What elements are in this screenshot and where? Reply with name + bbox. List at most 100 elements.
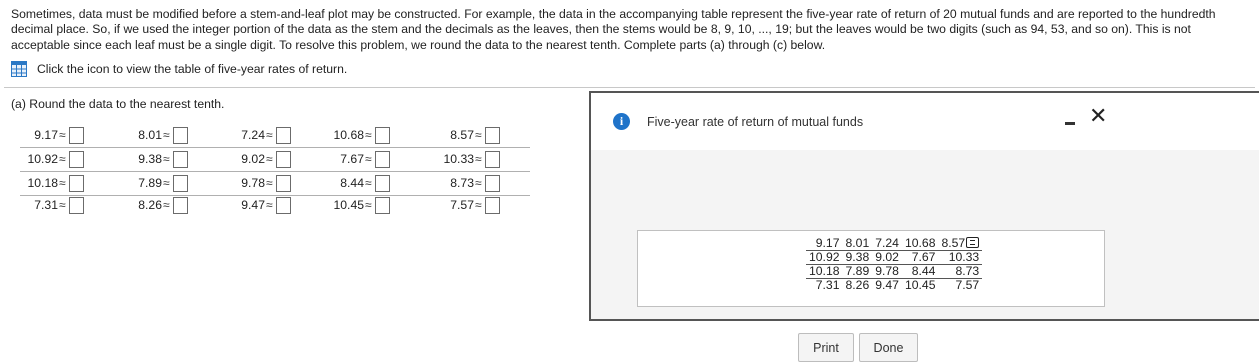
rounded-answer-input[interactable] xyxy=(275,196,291,214)
minimize-button[interactable] xyxy=(1065,122,1075,125)
rounded-answer-input[interactable] xyxy=(484,150,500,168)
approx-symbol: ≈ xyxy=(365,176,372,190)
rounded-answer-input[interactable] xyxy=(68,126,84,144)
view-table-link[interactable]: Click the icon to view the table of five… xyxy=(37,62,347,76)
rounded-answer-input[interactable] xyxy=(374,150,390,168)
approx-symbol: ≈ xyxy=(163,152,170,166)
rounded-answer-input[interactable] xyxy=(68,174,84,192)
original-value: 10.33 xyxy=(443,152,475,166)
answer-cell: 10.18 ≈ xyxy=(18,172,84,194)
data-table-cell: 8.01 xyxy=(842,236,873,251)
rounded-answer-input[interactable] xyxy=(484,174,500,192)
data-value: 10.33 xyxy=(948,250,980,264)
data-table-cell: 7.31 xyxy=(806,279,843,293)
answer-row: 10.18 ≈7.89 ≈9.78 ≈8.44 ≈8.73 ≈ xyxy=(18,172,530,196)
dialog-header: i Five-year rate of return of mutual fun… xyxy=(591,93,1259,150)
original-value: 7.67 xyxy=(340,152,364,166)
approx-symbol: ≈ xyxy=(163,198,170,212)
original-value: 9.17 xyxy=(34,128,58,142)
answer-cell: 9.47 ≈ xyxy=(225,194,291,216)
data-value: 7.67 xyxy=(911,250,936,264)
approx-symbol: ≈ xyxy=(475,176,482,190)
original-value: 10.92 xyxy=(27,152,59,166)
answer-cell: 9.02 ≈ xyxy=(225,148,291,170)
original-value: 8.73 xyxy=(450,176,474,190)
rounded-answer-input[interactable] xyxy=(484,196,500,214)
answer-cell: 8.26 ≈ xyxy=(122,194,188,216)
section-divider xyxy=(4,87,1255,88)
rounded-answer-input[interactable] xyxy=(275,150,291,168)
data-table-cell: 7.89 xyxy=(842,264,873,279)
data-value: 9.78 xyxy=(875,264,899,278)
answer-cell: 9.78 ≈ xyxy=(225,172,291,194)
data-table-cell: 10.45 xyxy=(902,279,939,293)
data-table-cell: 8.73 xyxy=(938,264,983,279)
answer-cell: 8.73 ≈ xyxy=(434,172,500,194)
print-button[interactable]: Print xyxy=(798,333,854,362)
data-table-cell: 7.57 xyxy=(938,279,982,293)
data-value: 9.17 xyxy=(815,236,840,250)
data-value: 7.31 xyxy=(815,278,840,292)
data-table-row: 9.17 8.01 7.24 10.68 8.57 xyxy=(806,236,983,251)
approx-symbol: ≈ xyxy=(365,198,372,212)
approx-symbol: ≈ xyxy=(266,198,273,212)
dialog-title: Five-year rate of return of mutual funds xyxy=(647,115,864,129)
original-value: 8.01 xyxy=(138,128,162,142)
approx-symbol: ≈ xyxy=(266,128,273,142)
info-icon: i xyxy=(613,113,630,130)
data-table-cell: 9.78 xyxy=(872,264,902,279)
data-value: 8.73 xyxy=(955,264,980,278)
data-table-cell: 10.18 xyxy=(806,264,843,279)
data-table-cell: 10.33 xyxy=(938,250,983,265)
close-button[interactable]: ✕ xyxy=(1089,105,1107,127)
approx-symbol: ≈ xyxy=(365,152,372,166)
rounded-answer-input[interactable] xyxy=(172,174,188,192)
rounded-answer-input[interactable] xyxy=(374,174,390,192)
original-value: 10.45 xyxy=(333,198,365,212)
answer-cell: 7.31 ≈ xyxy=(18,194,84,216)
approx-symbol: ≈ xyxy=(163,176,170,190)
done-button[interactable]: Done xyxy=(859,333,918,362)
data-table-cell: 9.47 xyxy=(872,279,902,293)
rounded-answer-input[interactable] xyxy=(68,196,84,214)
original-value: 7.89 xyxy=(138,176,162,190)
approx-symbol: ≈ xyxy=(59,198,66,212)
answer-cell: 8.57 ≈ xyxy=(434,124,500,146)
data-table-cell: 7.67 xyxy=(901,250,939,265)
data-table-cell: 9.02 xyxy=(872,250,902,265)
rounded-answer-input[interactable] xyxy=(275,174,291,192)
answer-cell: 7.24 ≈ xyxy=(225,124,291,146)
rounded-answer-input[interactable] xyxy=(374,126,390,144)
answer-cell: 10.33 ≈ xyxy=(434,148,500,170)
original-value: 9.38 xyxy=(138,152,162,166)
answer-cell: 10.92 ≈ xyxy=(18,148,84,170)
data-table-cell: 7.24 xyxy=(872,237,902,251)
rounded-answer-input[interactable] xyxy=(172,126,188,144)
answer-cell: 8.44 ≈ xyxy=(324,172,390,194)
rounded-answer-input[interactable] xyxy=(172,196,188,214)
copy-data-icon[interactable] xyxy=(966,237,980,249)
rounded-answer-input[interactable] xyxy=(172,150,188,168)
approx-symbol: ≈ xyxy=(475,152,482,166)
data-value: 9.02 xyxy=(875,250,899,264)
answer-cell: 10.68 ≈ xyxy=(324,124,390,146)
data-value: 8.01 xyxy=(845,236,870,250)
approx-symbol: ≈ xyxy=(266,152,273,166)
original-value: 8.57 xyxy=(450,128,474,142)
original-value: 9.02 xyxy=(241,152,265,166)
data-value: 9.38 xyxy=(845,250,870,264)
data-table-row: 10.18 7.89 9.78 8.44 8.73 xyxy=(806,264,983,279)
answer-row: 10.92 ≈9.38 ≈9.02 ≈7.67 ≈10.33 ≈ xyxy=(18,148,530,172)
data-table-dialog: i Five-year rate of return of mutual fun… xyxy=(589,91,1259,362)
rounded-answer-input[interactable] xyxy=(275,126,291,144)
approx-symbol: ≈ xyxy=(475,128,482,142)
approx-symbol: ≈ xyxy=(475,198,482,212)
data-value: 7.24 xyxy=(875,236,899,250)
rounded-answer-input[interactable] xyxy=(374,196,390,214)
rounded-answer-input[interactable] xyxy=(484,126,500,144)
original-value: 9.47 xyxy=(241,198,265,212)
original-value: 7.31 xyxy=(34,198,58,212)
rounded-answer-input[interactable] xyxy=(68,150,84,168)
table-grid-icon[interactable] xyxy=(11,61,27,77)
view-table-row[interactable]: Click the icon to view the table of five… xyxy=(11,60,347,78)
